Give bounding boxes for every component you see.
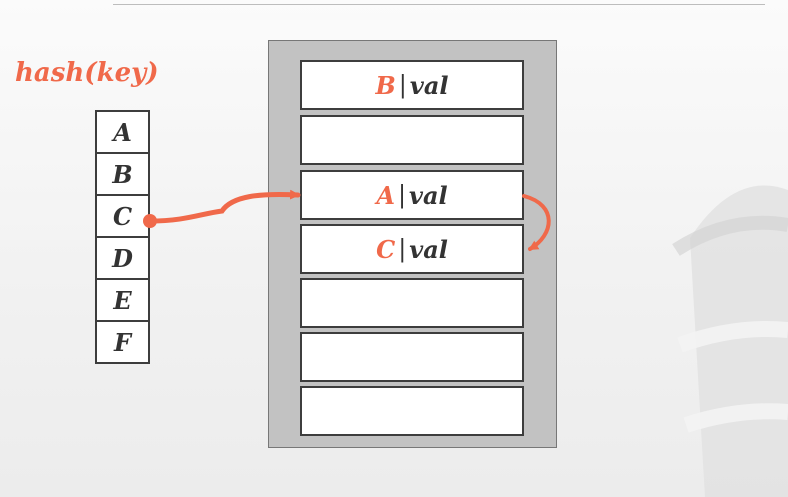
hash-pointer-arrow <box>147 189 301 224</box>
hash-pointer-dot <box>143 214 157 228</box>
pointer-arrows <box>143 189 551 251</box>
collision-arrow <box>522 194 551 251</box>
